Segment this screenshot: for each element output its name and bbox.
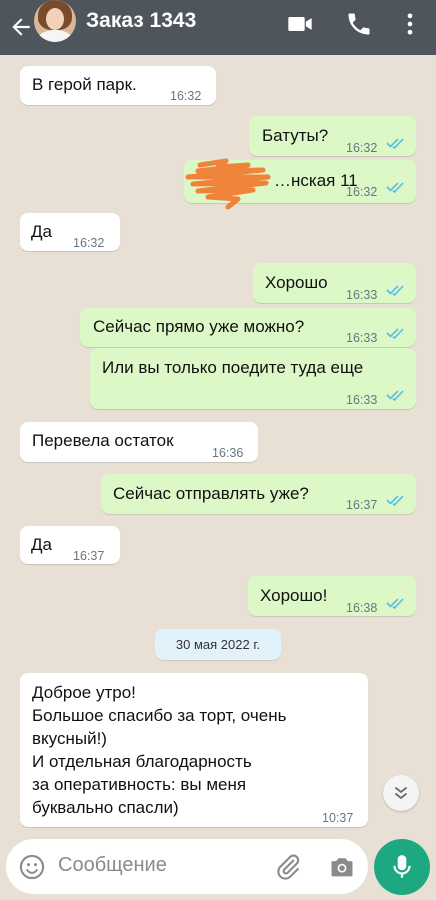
date-separator: 30 мая 2022 г. [155, 629, 281, 660]
message-in[interactable]: Перевела остаток 16:36 [20, 422, 258, 462]
message-out[interactable]: Хорошо! 16:38 [248, 576, 416, 616]
mic-button[interactable] [374, 839, 430, 895]
avatar[interactable] [34, 0, 76, 42]
read-ticks-icon [386, 328, 404, 339]
message-composer[interactable]: Сообщение [6, 839, 368, 894]
message-out[interactable]: Сейчас отправлять уже? 16:37 [101, 474, 416, 514]
camera-icon[interactable] [328, 853, 356, 881]
back-arrow-icon[interactable] [8, 14, 34, 40]
phone-icon[interactable] [345, 10, 373, 38]
message-out[interactable]: Или вы только поедите туда еще 16:33 [90, 348, 416, 409]
message-out[interactable]: Сейчас прямо уже можно? 16:33 [80, 308, 416, 347]
chat-title[interactable]: Заказ 1343 [86, 9, 196, 33]
more-vert-icon[interactable] [396, 10, 424, 38]
message-in[interactable]: В герой парк. 16:32 [20, 66, 216, 105]
read-ticks-icon [386, 182, 404, 193]
chevron-down-icon [395, 787, 407, 800]
mic-icon [393, 855, 411, 878]
message-in[interactable]: Да 16:32 [20, 213, 120, 251]
read-ticks-icon [386, 138, 404, 149]
message-in[interactable]: Да 16:37 [20, 526, 120, 564]
read-ticks-icon [386, 390, 404, 401]
redaction-scribble [185, 158, 271, 210]
message-out[interactable]: Батуты? 16:32 [249, 116, 416, 156]
emoji-icon[interactable] [18, 853, 46, 881]
read-ticks-icon [386, 285, 404, 296]
message-input[interactable]: Сообщение [58, 854, 167, 877]
message-in[interactable]: Доброе утро! Большое спасибо за торт, оч… [20, 673, 368, 827]
read-ticks-icon [386, 495, 404, 506]
attach-icon[interactable] [274, 853, 302, 881]
read-ticks-icon [386, 598, 404, 609]
scroll-down-button[interactable] [383, 775, 419, 811]
message-out[interactable]: Хорошо 16:33 [253, 263, 416, 303]
video-call-icon[interactable] [286, 10, 314, 38]
chat-header: Заказ 1343 [0, 0, 436, 55]
